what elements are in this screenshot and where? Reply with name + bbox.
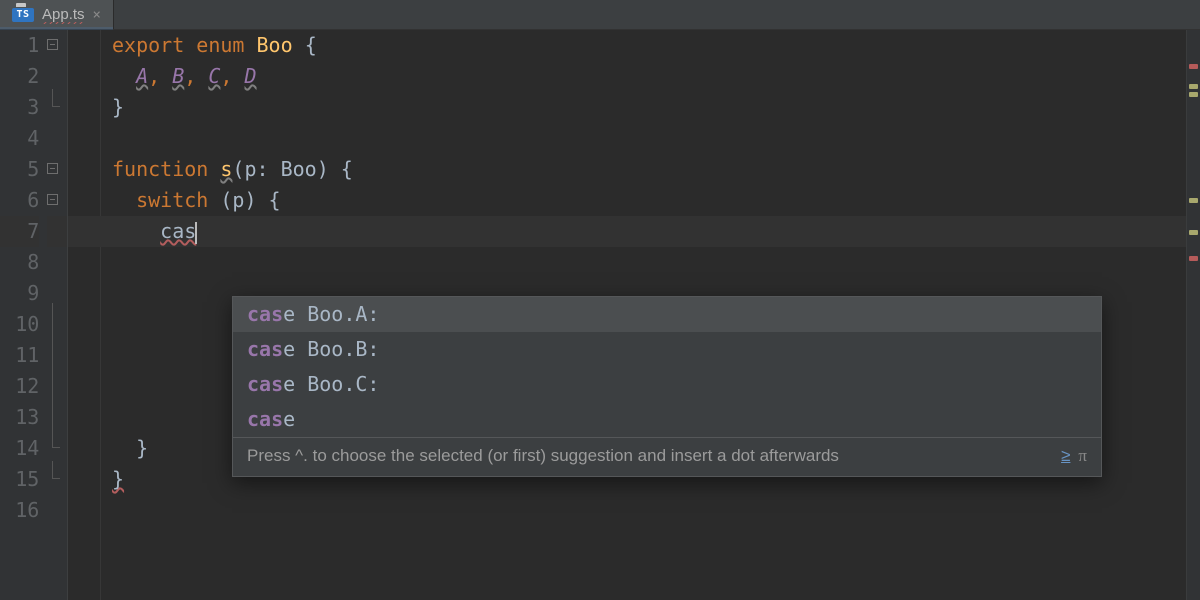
fold-gutter-row: [47, 433, 67, 464]
fold-column: [47, 30, 67, 600]
completion-item[interactable]: case Boo.B:: [233, 332, 1101, 367]
fold-gutter-row: [47, 61, 67, 92]
warning-marker[interactable]: [1189, 230, 1198, 235]
code-pane[interactable]: export enum Boo { A, B, C, D } function …: [68, 30, 1186, 600]
fold-gutter-row: [47, 92, 67, 123]
line-number: 3: [0, 92, 39, 123]
warning-marker[interactable]: [1189, 84, 1198, 89]
line-number: 9: [0, 278, 39, 309]
text-caret: [195, 222, 197, 244]
fold-gutter-row: [47, 247, 67, 278]
fold-gutter-row[interactable]: [47, 154, 67, 185]
line-number: 7: [0, 216, 39, 247]
fold-toggle-icon[interactable]: [47, 194, 58, 205]
line-number: 4: [0, 123, 39, 154]
completion-popup: case Boo.A:case Boo.B:case Boo.C:case Pr…: [232, 296, 1102, 477]
line-number: 11: [0, 340, 39, 371]
completion-item[interactable]: case Boo.C:: [233, 367, 1101, 402]
code-line: A, B, C, D: [68, 61, 1186, 92]
fold-end-icon: [47, 442, 58, 453]
line-number: 14: [0, 433, 39, 464]
code-line: [68, 247, 1186, 278]
fold-end-icon: [47, 101, 58, 112]
line-number: 1: [0, 30, 39, 61]
error-stripe[interactable]: [1186, 30, 1200, 600]
completion-item[interactable]: case Boo.A:: [233, 297, 1101, 332]
fold-end-icon: [47, 473, 58, 484]
fold-gutter-row: [47, 340, 67, 371]
line-number: 5: [0, 154, 39, 185]
code-line: switch (p) {: [68, 185, 1186, 216]
fold-gutter-row[interactable]: [47, 185, 67, 216]
warning-marker[interactable]: [1189, 198, 1198, 203]
close-icon[interactable]: ×: [93, 7, 101, 23]
fold-gutter-row: [47, 402, 67, 433]
completion-hint-text: Press ^. to choose the selected (or firs…: [247, 446, 839, 466]
code-line: [68, 495, 1186, 526]
line-number: 16: [0, 495, 39, 526]
line-number: 8: [0, 247, 39, 278]
error-marker[interactable]: [1189, 64, 1198, 69]
code-line: }: [68, 92, 1186, 123]
pi-icon[interactable]: π: [1078, 446, 1087, 466]
line-number: 15: [0, 464, 39, 495]
line-number: 13: [0, 402, 39, 433]
tab-app-ts[interactable]: TS App.ts ×: [0, 0, 114, 29]
line-number: 10: [0, 309, 39, 340]
completion-hint-link[interactable]: ≥: [1061, 446, 1070, 466]
tab-filename: App.ts: [42, 6, 85, 24]
code-line: export enum Boo {: [68, 30, 1186, 61]
fold-toggle-icon[interactable]: [47, 39, 58, 50]
fold-gutter-row: [47, 371, 67, 402]
code-line: function s(p: Boo) {: [68, 154, 1186, 185]
code-line-current: cas: [68, 216, 1186, 247]
fold-gutter-row[interactable]: [47, 30, 67, 61]
warning-marker[interactable]: [1189, 92, 1198, 97]
error-marker[interactable]: [1189, 256, 1198, 261]
line-numbers: 12345678910111213141516: [0, 30, 47, 600]
ide-frame: TS App.ts × 12345678910111213141516 expo…: [0, 0, 1200, 600]
completion-hint: Press ^. to choose the selected (or firs…: [233, 437, 1101, 476]
tab-bar: TS App.ts ×: [0, 0, 1200, 30]
line-number: 2: [0, 61, 39, 92]
fold-gutter-row: [47, 495, 67, 526]
fold-gutter-row: [47, 309, 67, 340]
completion-item[interactable]: case: [233, 402, 1101, 437]
fold-gutter-row: [47, 216, 67, 247]
line-number: 12: [0, 371, 39, 402]
fold-gutter-row: [47, 123, 67, 154]
typescript-file-icon: TS: [12, 8, 34, 22]
code-line: [68, 123, 1186, 154]
fold-gutter-row: [47, 464, 67, 495]
fold-toggle-icon[interactable]: [47, 163, 58, 174]
line-number: 6: [0, 185, 39, 216]
fold-line-icon: [47, 402, 58, 433]
gutter: 12345678910111213141516: [0, 30, 68, 600]
fold-gutter-row: [47, 278, 67, 309]
editor: 12345678910111213141516 export enum Boo …: [0, 30, 1200, 600]
